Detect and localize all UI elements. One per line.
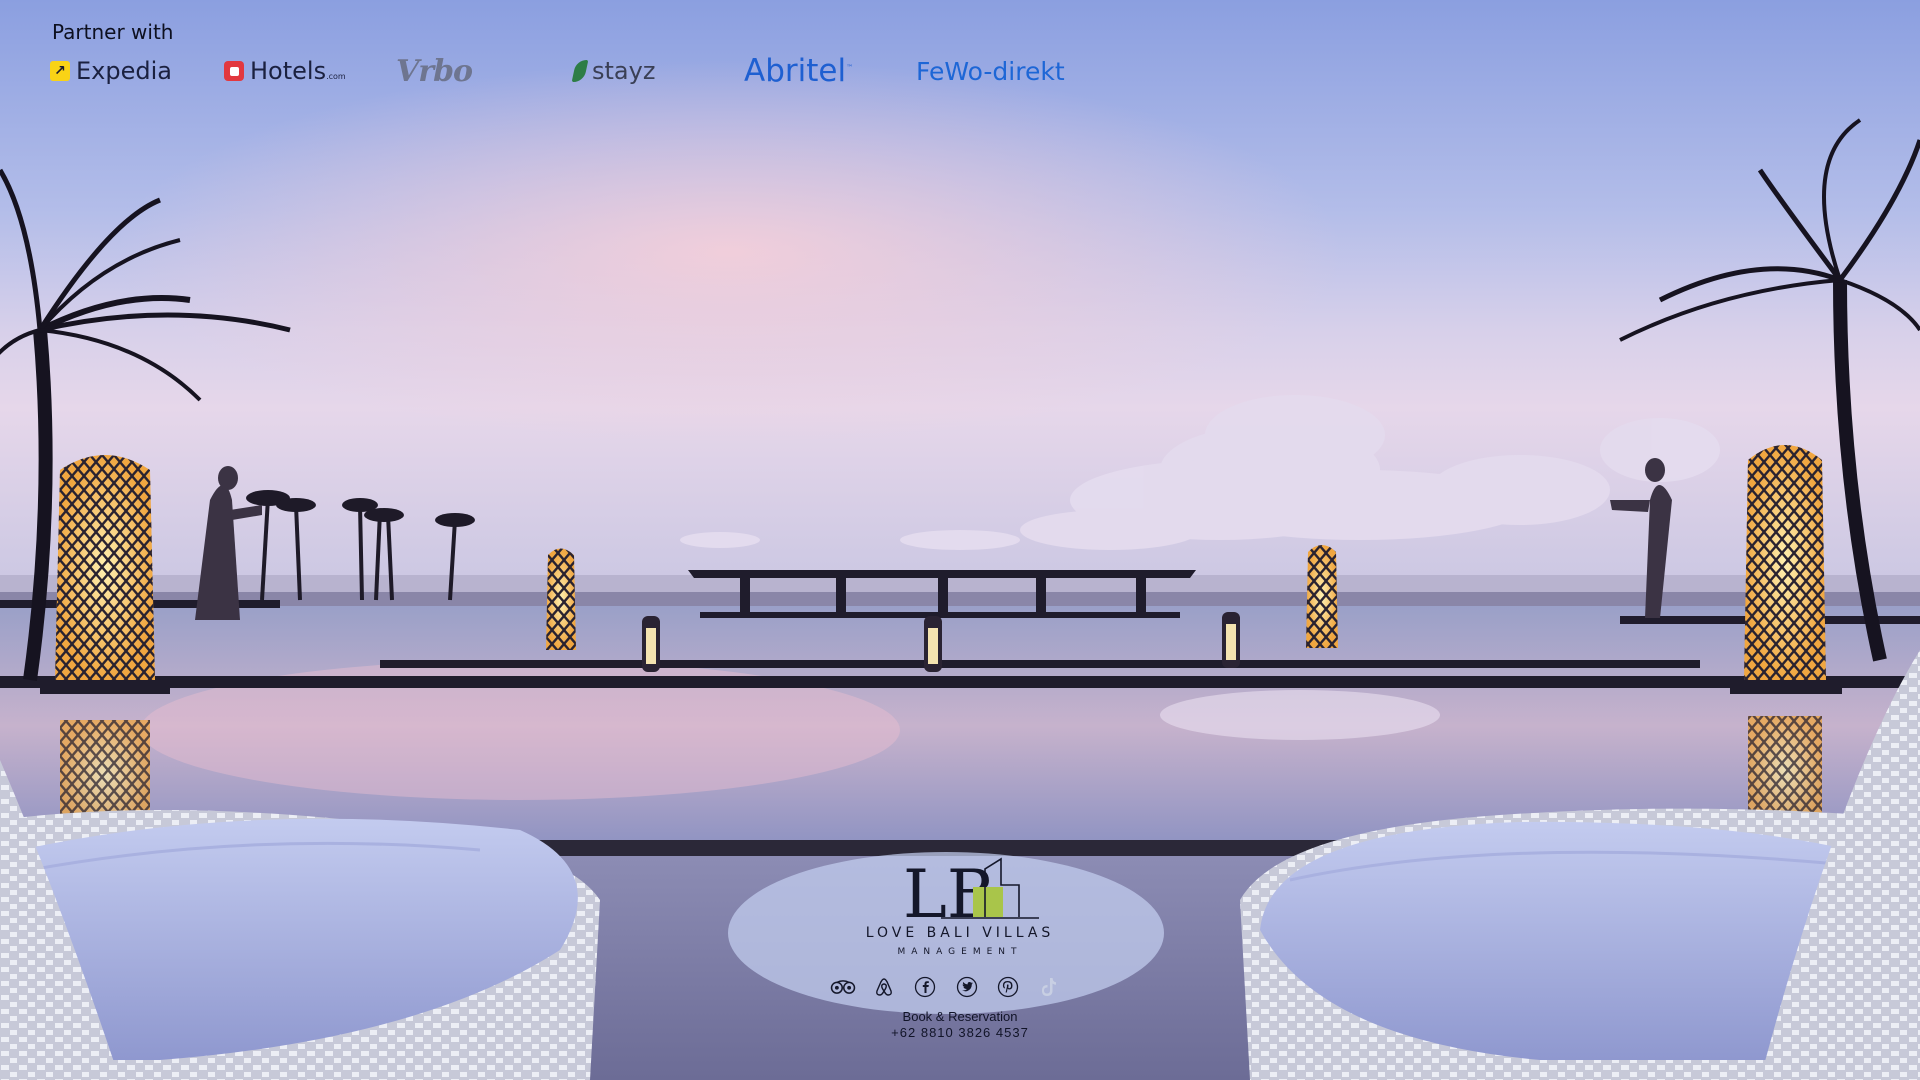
hotels-square-icon (224, 61, 244, 81)
tiktok-icon[interactable] (1036, 974, 1062, 1000)
partner-vrbo-logo[interactable]: Vrbo (396, 53, 473, 89)
hotels-suffix: .com (326, 72, 346, 81)
airbnb-icon[interactable] (871, 974, 897, 1000)
stayz-leaf-icon (571, 60, 589, 82)
partner-fewo-direkt-logo[interactable]: FeWo-direkt (916, 54, 1065, 88)
expedia-arrow-icon: ↗ (50, 61, 70, 81)
brand-subtitle: MANAGEMENT (897, 947, 1023, 957)
partner-heading: Partner with (52, 20, 174, 44)
vrbo-label: Vrbo (396, 53, 473, 89)
partner-expedia-logo[interactable]: ↗ Expedia (50, 54, 172, 88)
book-reservation-label: Book & Reservation (902, 1009, 1018, 1024)
pinterest-icon[interactable] (995, 974, 1021, 1000)
stayz-label: stayz (592, 57, 656, 85)
partner-hotels-logo[interactable]: Hotels.com (224, 54, 346, 88)
partner-abritel-logo[interactable]: Abritel™ (744, 53, 854, 89)
abritel-trademark: ™ (846, 63, 854, 72)
abritel-label: Abritel (744, 53, 847, 89)
partner-stayz-logo[interactable]: stayz (571, 54, 656, 88)
expedia-label: Expedia (76, 57, 172, 85)
brand-name: LOVE BALI VILLAS (865, 925, 1055, 941)
social-links (830, 974, 1062, 1000)
twitter-icon[interactable] (954, 974, 980, 1000)
facebook-icon[interactable] (912, 974, 938, 1000)
fewo-direkt-label: FeWo-direkt (916, 56, 1065, 86)
hotels-label: Hotels (250, 57, 327, 85)
tripadvisor-icon[interactable] (830, 974, 856, 1000)
reservation-phone[interactable]: +62 8810 3826 4537 (860, 1025, 1060, 1040)
love-bali-villas-logo[interactable]: LB (901, 855, 1041, 923)
